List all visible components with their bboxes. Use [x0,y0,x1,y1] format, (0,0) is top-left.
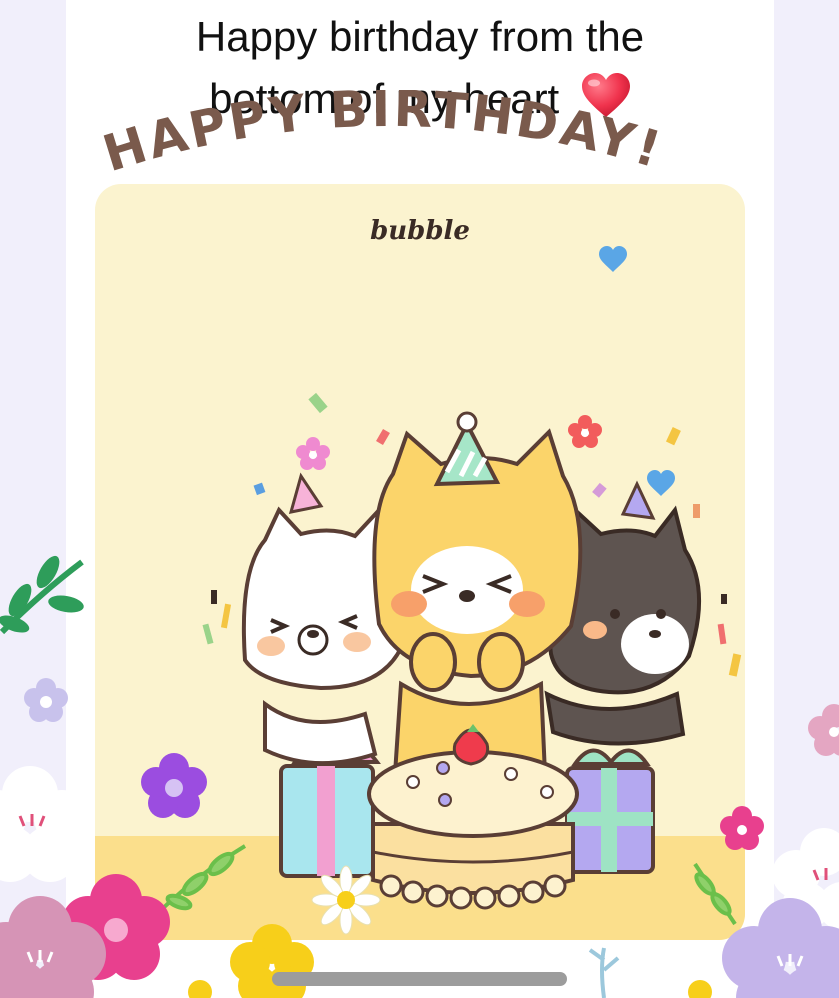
green-sprig-icon [153,844,247,918]
white-flower-icon [772,828,839,930]
home-indicator[interactable] [272,972,567,986]
card-headline: HAPPY BIRTHDAY! [100,90,660,180]
lavender-flower-icon [24,678,68,722]
blue-gift-box [279,744,381,878]
shiba-dogs-birthday-cake-illustration [153,246,742,926]
rose-flower-icon [808,704,839,756]
headline-text: HAPPY BIRTHDAY! [100,90,660,180]
svg-text:HAPPY BIRTHDAY!: HAPPY BIRTHDAY! [100,90,660,180]
red-flower-icon [568,415,602,448]
message-line-1: Happy birthday from the [195,13,645,60]
purple-gift-box [565,748,655,874]
blue-heart-icon [599,246,627,272]
pink-flower-icon [296,437,330,470]
green-sprig-icon [693,862,737,926]
blue-heart-icon [647,470,675,496]
